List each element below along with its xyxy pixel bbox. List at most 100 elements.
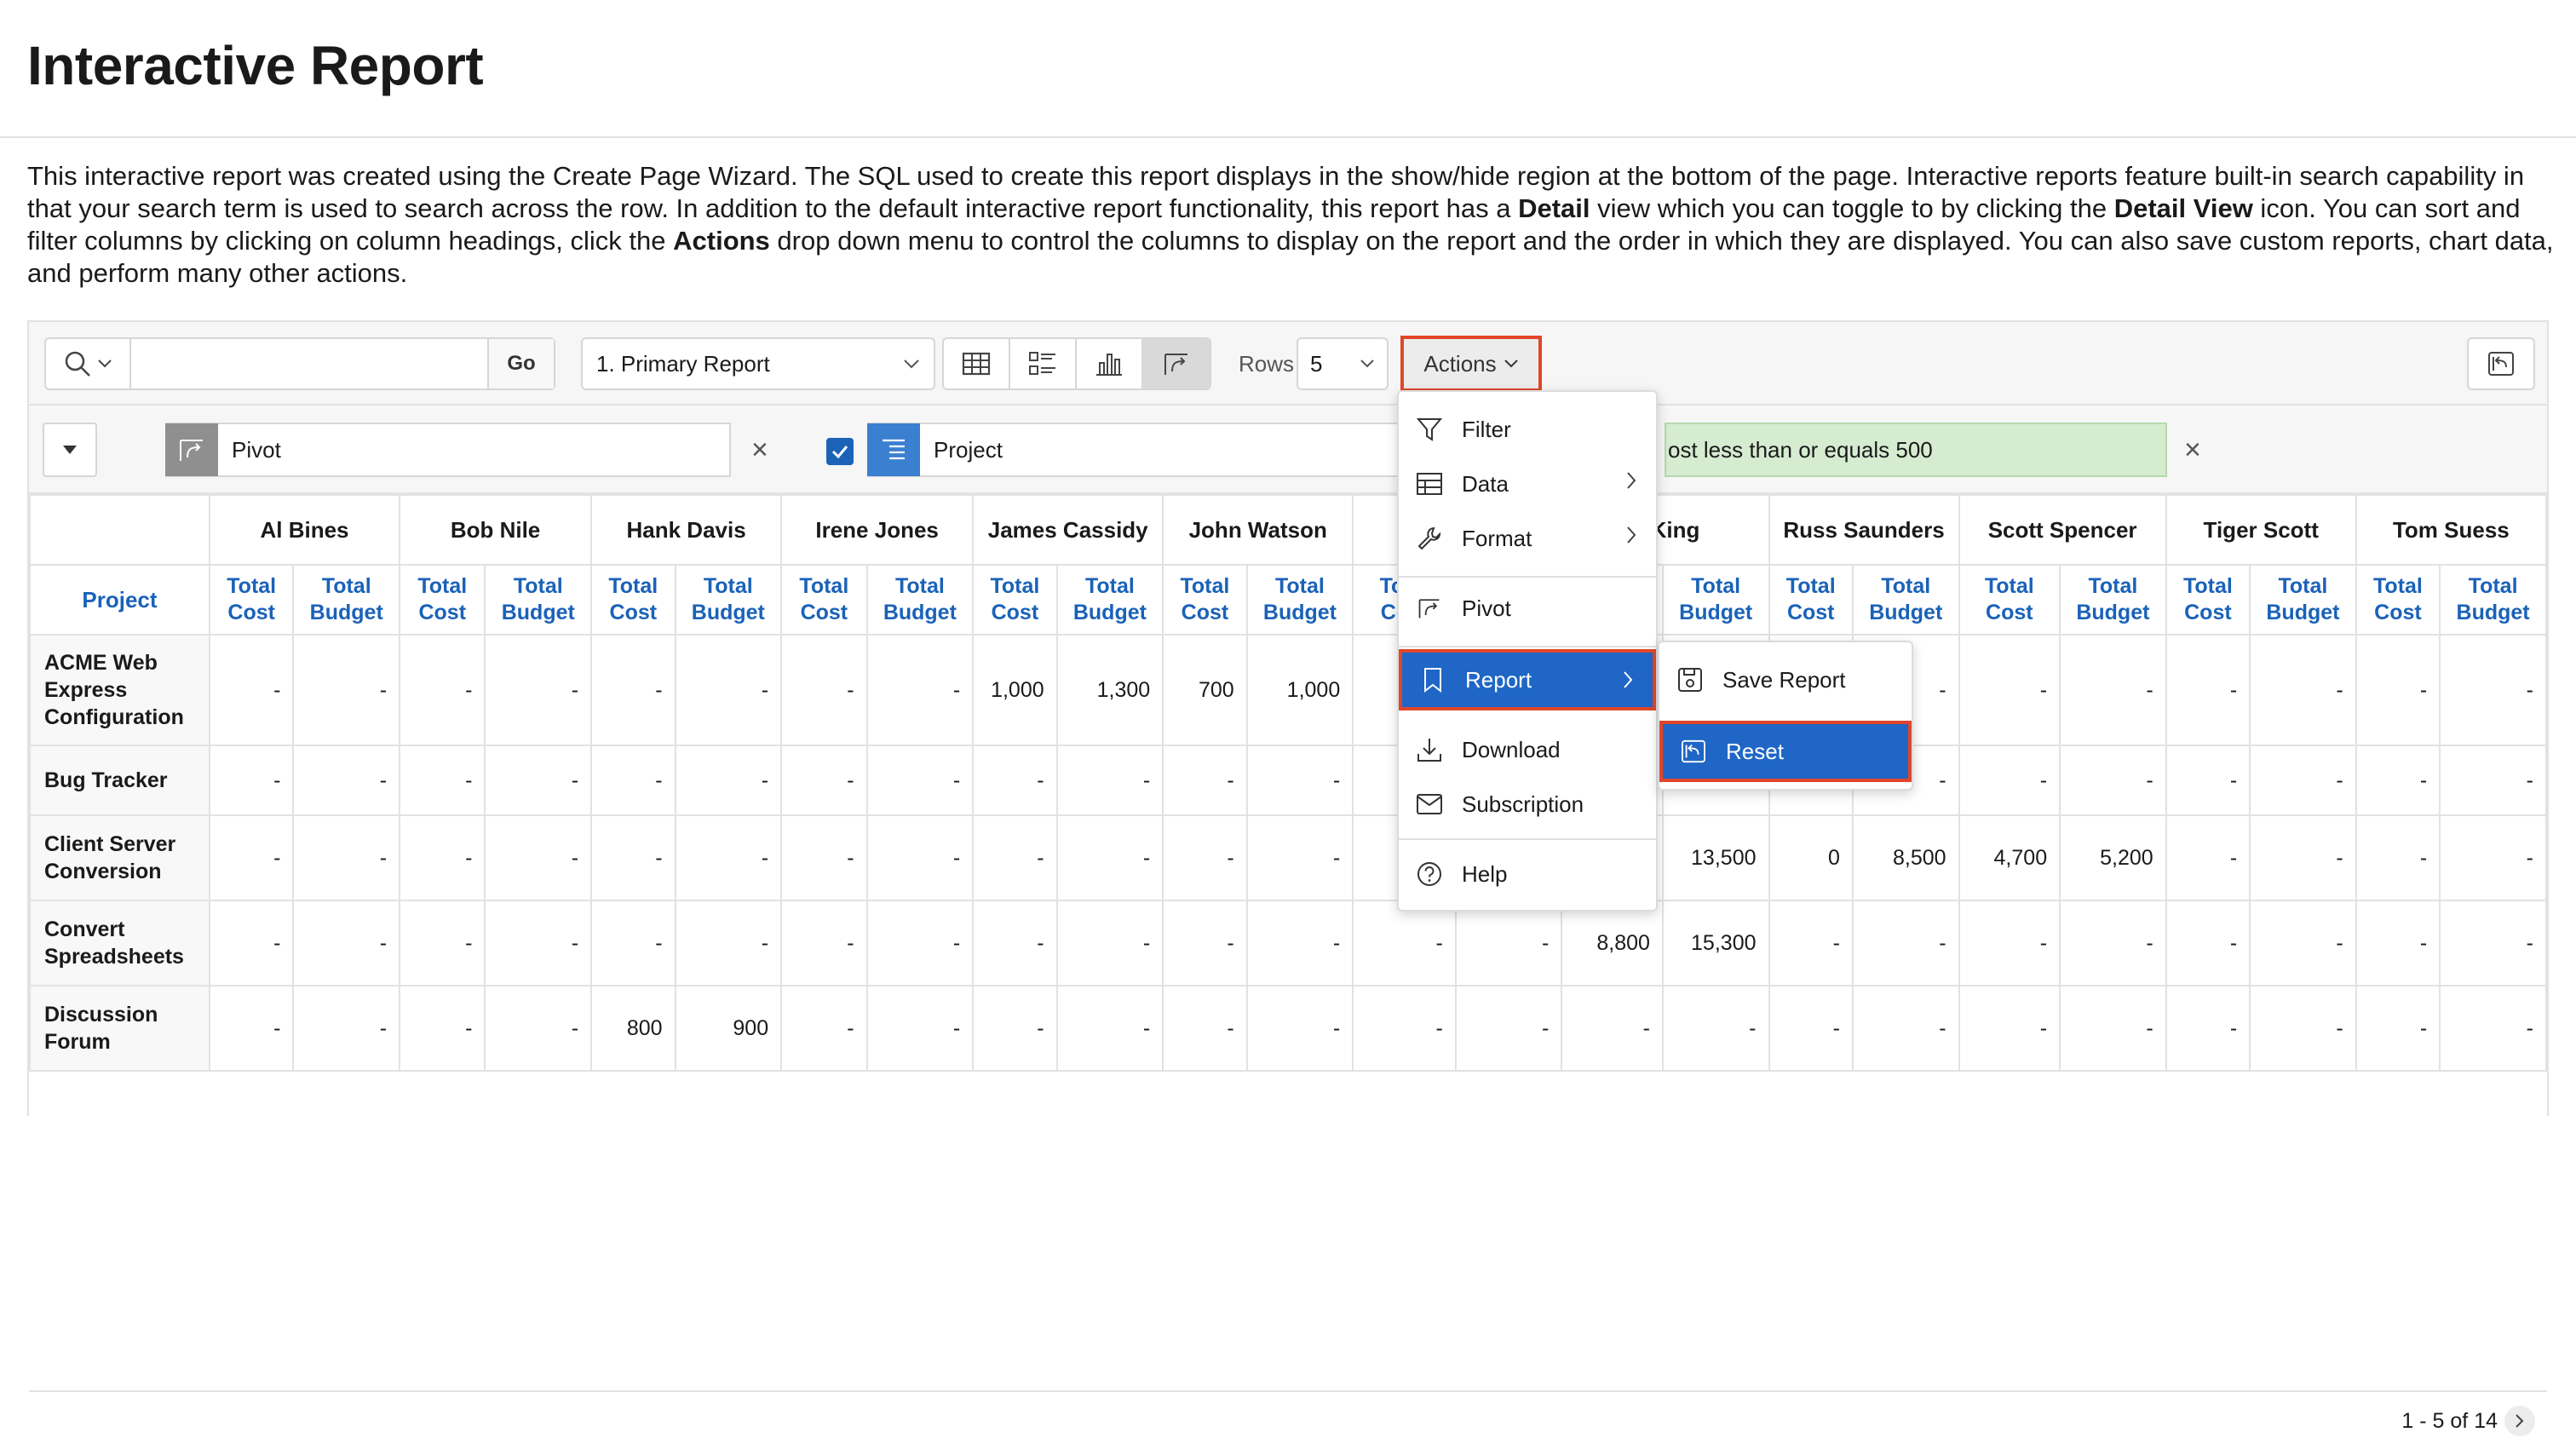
- total-cost-header[interactable]: Total Cost: [1162, 564, 1248, 636]
- table-row: Client Server Conversion - - - - - - - - - - - -13,5…: [29, 814, 2547, 901]
- menu-divider: [1399, 838, 1656, 840]
- search-input[interactable]: [131, 339, 487, 388]
- submenu-reset-label: Reset: [1726, 738, 1784, 764]
- actions-menu-button[interactable]: Actions: [1400, 336, 1542, 392]
- value-cell: -: [2439, 900, 2547, 986]
- total-cost-header[interactable]: Total Cost: [1958, 564, 2061, 636]
- value-cell: -: [1768, 985, 1854, 1072]
- value-cell: -: [1661, 985, 1770, 1072]
- value-cell: 700: [1162, 634, 1248, 746]
- value-cell: -: [208, 745, 295, 816]
- total-cost-header[interactable]: Total Cost: [590, 564, 676, 636]
- menu-item-download[interactable]: Download: [1399, 722, 1656, 777]
- menu-item-subscription[interactable]: Subscription: [1399, 777, 1656, 831]
- project-column-header[interactable]: Project: [29, 564, 210, 636]
- enable-project-checkbox[interactable]: [826, 438, 854, 465]
- actions-label: Actions: [1423, 350, 1497, 377]
- pivot-sub-header-row: Project Total Cost Total Budget Total Cost…: [29, 564, 2547, 636]
- total-cost-header[interactable]: Total Cost: [2355, 564, 2441, 636]
- total-cost-header[interactable]: Total Cost: [208, 564, 295, 636]
- chevron-down-icon: [1504, 360, 1518, 368]
- value-cell: -: [590, 900, 676, 986]
- value-cell: -: [865, 900, 975, 986]
- menu-item-pivot[interactable]: Pivot: [1399, 581, 1656, 636]
- rows-per-page-select[interactable]: 5: [1297, 337, 1389, 390]
- saved-report-select[interactable]: 1. Primary Report: [581, 337, 935, 390]
- corner-cell: [29, 494, 210, 566]
- chevron-right-icon: [2516, 1414, 2524, 1428]
- next-page-button[interactable]: [2504, 1406, 2535, 1436]
- total-budget-header[interactable]: Total Budget: [2249, 564, 2357, 636]
- total-budget-header[interactable]: Total Budget: [1661, 564, 1770, 636]
- total-budget-header[interactable]: Total Budget: [1245, 564, 1354, 636]
- collapse-settings-button[interactable]: [43, 423, 97, 477]
- total-budget-header[interactable]: Total Budget: [674, 564, 783, 636]
- remove-filter-close-icon[interactable]: ×: [2184, 435, 2201, 464]
- menu-item-help[interactable]: Help: [1399, 847, 1656, 901]
- intro-text-part: view which you can toggle to by clicking…: [1590, 193, 2114, 223]
- value-cell: -: [399, 985, 486, 1072]
- value-cell: 13,500: [1661, 814, 1770, 901]
- project-name-cell: ACME Web Express Configuration: [29, 634, 210, 746]
- go-button[interactable]: Go: [487, 339, 554, 388]
- value-cell: -: [1454, 985, 1563, 1072]
- report-view-button[interactable]: [944, 339, 1010, 388]
- chevron-right-icon: [1627, 526, 1636, 544]
- cost-filter-chip[interactable]: ost less than or equals 500: [1665, 423, 2167, 477]
- pivot-group-header: John Watson: [1162, 494, 1354, 566]
- project-setting-chip[interactable]: Project: [867, 423, 1421, 477]
- remove-pivot-close-icon[interactable]: ×: [751, 435, 768, 464]
- value-cell: -: [208, 985, 295, 1072]
- value-cell: -: [484, 745, 593, 816]
- value-cell: -: [972, 900, 1058, 986]
- total-cost-header[interactable]: Total Cost: [399, 564, 486, 636]
- chart-view-button[interactable]: [1077, 339, 1143, 388]
- rows-label: Rows: [1239, 351, 1295, 377]
- value-cell: -: [1245, 985, 1354, 1072]
- pivot-view-button[interactable]: [1143, 339, 1210, 388]
- value-cell: -: [2165, 745, 2251, 816]
- menu-item-filter[interactable]: Filter: [1399, 402, 1656, 457]
- value-cell: -: [1958, 900, 2061, 986]
- value-cell: -: [292, 814, 401, 901]
- total-cost-header[interactable]: Total Cost: [780, 564, 868, 636]
- value-cell: -: [2249, 814, 2357, 901]
- search-column-selector[interactable]: [46, 339, 131, 388]
- pivot-setting-chip[interactable]: Pivot: [165, 423, 731, 477]
- total-cost-header[interactable]: Total Cost: [1768, 564, 1854, 636]
- value-cell: -: [1851, 900, 1960, 986]
- pivot-group-header: Bob Nile: [399, 494, 593, 566]
- menu-item-format-label: Format: [1462, 525, 1532, 551]
- value-cell: -: [972, 985, 1058, 1072]
- value-cell: -: [2249, 634, 2357, 746]
- value-cell: -: [1055, 985, 1164, 1072]
- submenu-item-reset[interactable]: Reset: [1659, 721, 1912, 782]
- reset-report-button[interactable]: [2467, 337, 2535, 390]
- detail-view-button[interactable]: [1010, 339, 1077, 388]
- rows-value: 5: [1310, 350, 1323, 377]
- menu-divider: [1399, 576, 1656, 578]
- submenu-item-save-report[interactable]: Save Report: [1659, 653, 1912, 707]
- total-budget-header[interactable]: Total Budget: [2059, 564, 2167, 636]
- total-budget-header[interactable]: Total Budget: [2439, 564, 2547, 636]
- total-budget-header[interactable]: Total Budget: [484, 564, 593, 636]
- pivot-group-header: Irene Jones: [780, 494, 975, 566]
- total-budget-header[interactable]: Total Budget: [1851, 564, 1960, 636]
- pivot-chip-label: Pivot: [232, 436, 281, 463]
- total-budget-header[interactable]: Total Budget: [865, 564, 975, 636]
- intro-bold-detail: Detail: [1518, 193, 1590, 223]
- total-cost-header[interactable]: Total Cost: [2165, 564, 2251, 636]
- cost-filter-label: ost less than or equals 500: [1668, 436, 1933, 463]
- value-cell: -: [865, 634, 975, 746]
- menu-item-data[interactable]: Data: [1399, 457, 1656, 511]
- value-cell: -: [590, 814, 676, 901]
- search-icon: [65, 351, 90, 377]
- total-budget-header[interactable]: Total Budget: [1055, 564, 1164, 636]
- total-budget-header[interactable]: Total Budget: [292, 564, 401, 636]
- menu-item-filter-label: Filter: [1462, 416, 1511, 442]
- menu-item-format[interactable]: Format: [1399, 511, 1656, 566]
- total-cost-header[interactable]: Total Cost: [972, 564, 1058, 636]
- menu-item-report[interactable]: Report: [1399, 649, 1656, 710]
- view-mode-group: [942, 337, 1211, 390]
- value-cell: -: [208, 814, 295, 901]
